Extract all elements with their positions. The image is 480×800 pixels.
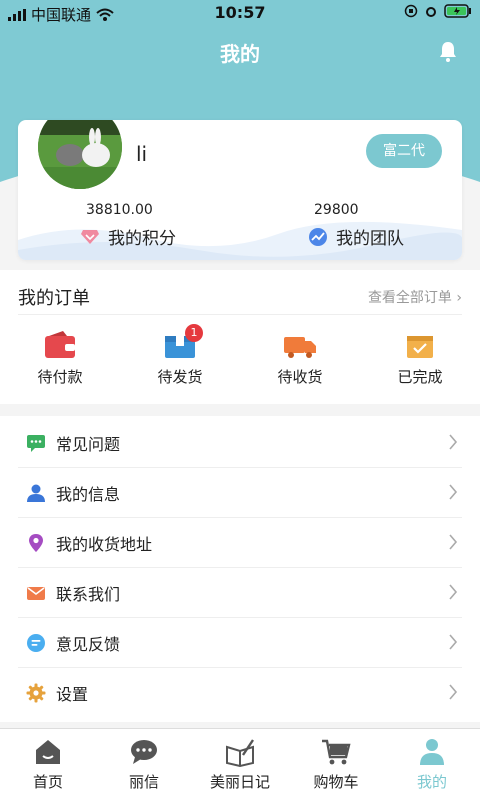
order-status-pending-shipment[interactable]: 1 待发货 xyxy=(125,324,235,387)
view-all-orders-label: 查看全部订单 xyxy=(367,290,452,306)
tab-messages[interactable]: 丽信 xyxy=(96,737,192,792)
cart-icon xyxy=(322,739,351,765)
menu-item-label: 联系我们 xyxy=(56,584,121,604)
tab-label: 购物车 xyxy=(313,773,359,791)
faq-icon xyxy=(27,434,45,452)
page-title: 我的 xyxy=(220,42,260,66)
team-label: 我的团队 xyxy=(336,229,404,249)
order-status-label: 已完成 xyxy=(397,368,443,386)
tab-label: 丽信 xyxy=(128,773,159,791)
chevron-right-icon xyxy=(449,484,458,500)
tab-bar: 首页 丽信 美丽日记 购物车 我的 xyxy=(0,728,480,800)
tab-diary[interactable]: 美丽日记 xyxy=(192,737,288,792)
member-tag[interactable]: 富二代 xyxy=(366,134,442,168)
user-icon xyxy=(27,484,45,502)
chevron-right-icon xyxy=(449,434,458,450)
tab-cart[interactable]: 购物车 xyxy=(288,737,384,792)
chevron-right-icon xyxy=(449,534,458,550)
feedback-icon xyxy=(27,633,45,652)
chevron-right-icon xyxy=(449,584,458,600)
points-value: 38810.00 xyxy=(86,202,153,218)
divider xyxy=(18,314,462,315)
chevron-right-icon xyxy=(449,634,458,650)
gear-icon xyxy=(26,683,46,703)
menu-list: 常见问题 我的信息 我的收货地址 联系我们 意见反馈 设置 xyxy=(0,416,480,722)
location-icon xyxy=(29,533,43,552)
truck-icon xyxy=(284,337,316,358)
tab-home[interactable]: 首页 xyxy=(0,737,96,792)
username: li xyxy=(136,142,148,166)
menu-item-address[interactable]: 我的收货地址 xyxy=(18,518,462,568)
menu-item-label: 设置 xyxy=(56,685,89,704)
team-icon xyxy=(309,227,327,246)
menu-item-label: 我的收货地址 xyxy=(56,534,153,554)
chevron-right-icon: › xyxy=(456,290,462,306)
tab-label: 美丽日记 xyxy=(209,773,270,791)
mail-icon xyxy=(27,586,45,600)
wallet-icon xyxy=(45,331,75,358)
order-status-label: 待发货 xyxy=(157,368,203,386)
order-status-label: 待收货 xyxy=(277,368,323,386)
menu-item-label: 意见反馈 xyxy=(56,634,121,654)
orders-title: 我的订单 xyxy=(18,288,90,309)
menu-item-label: 常见问题 xyxy=(56,434,121,454)
tab-label: 首页 xyxy=(32,773,63,791)
chevron-right-icon xyxy=(449,684,458,700)
orders-section: 我的订单 查看全部订单 › 待付款 1 待发货 待收货 已完成 xyxy=(0,270,480,404)
menu-item-contact[interactable]: 联系我们 xyxy=(18,568,462,618)
points-icon xyxy=(81,229,99,244)
team-stat[interactable]: 29800 我的团队 xyxy=(308,202,404,249)
view-all-orders-link[interactable]: 查看全部订单 › xyxy=(368,287,462,307)
home-icon xyxy=(36,740,60,764)
tab-label: 我的 xyxy=(416,773,447,791)
order-status-completed[interactable]: 已完成 xyxy=(365,330,475,387)
done-box-icon xyxy=(407,336,433,358)
menu-item-faq[interactable]: 常见问题 xyxy=(18,418,462,468)
order-status-pending-payment[interactable]: 待付款 xyxy=(5,330,115,387)
team-value: 29800 xyxy=(314,202,359,218)
battery-icon xyxy=(444,4,471,18)
notification-badge: 1 xyxy=(185,324,203,342)
order-status-pending-receipt[interactable]: 待收货 xyxy=(245,330,355,387)
diary-icon xyxy=(226,739,254,767)
menu-item-my-info[interactable]: 我的信息 xyxy=(18,468,462,518)
order-status-label: 待付款 xyxy=(37,368,83,386)
menu-item-label: 我的信息 xyxy=(56,484,121,504)
profile-card: li 富二代 38810.00 我的积分 29800 我的团队 xyxy=(18,120,462,260)
avatar-image xyxy=(38,120,122,189)
status-bar: 中国联通 10:57 xyxy=(0,0,480,26)
avatar[interactable] xyxy=(38,120,122,189)
bell-icon[interactable] xyxy=(436,40,460,64)
orientation-lock-icon xyxy=(404,4,418,18)
points-label: 我的积分 xyxy=(108,229,176,249)
menu-item-feedback[interactable]: 意见反馈 xyxy=(18,618,462,668)
alarm-icon xyxy=(426,7,436,17)
profile-icon xyxy=(420,739,444,765)
chat-icon xyxy=(131,740,157,764)
menu-item-settings[interactable]: 设置 xyxy=(18,668,462,718)
points-stat[interactable]: 38810.00 我的积分 xyxy=(80,202,176,249)
tab-profile[interactable]: 我的 xyxy=(384,737,480,792)
